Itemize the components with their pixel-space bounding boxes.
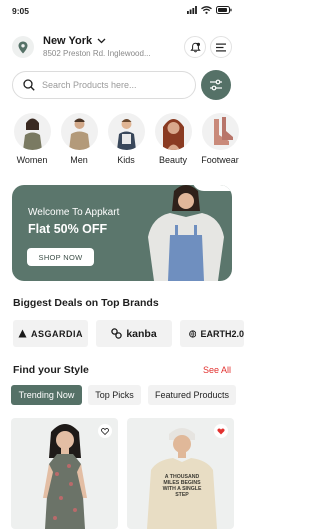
menu-icon <box>216 43 226 51</box>
category-kids[interactable]: Kids <box>104 113 148 165</box>
category-women-image <box>13 113 51 150</box>
category-carousel: Women Men Kids Beauty Footwear <box>10 113 244 175</box>
filter-button[interactable] <box>201 70 231 100</box>
product-card[interactable] <box>11 418 118 529</box>
status-icons <box>187 6 232 14</box>
promo-banner[interactable]: Welcome To Appkart Flat 50% OFF SHOP NOW <box>12 185 232 281</box>
status-bar: 9:05 <box>0 0 244 22</box>
tab-featured-products[interactable]: Featured Products <box>148 385 236 405</box>
style-section-title: Find your Style <box>13 364 89 376</box>
menu-button[interactable] <box>210 36 232 58</box>
category-beauty-image <box>154 113 192 150</box>
tab-trending-now[interactable]: Trending Now <box>11 385 82 405</box>
battery-icon <box>216 6 232 14</box>
category-men[interactable]: Men <box>57 113 101 165</box>
brand-kanba[interactable]: kanba <box>96 320 172 347</box>
category-beauty[interactable]: Beauty <box>151 113 195 165</box>
location-selector[interactable]: New York <box>43 35 106 47</box>
status-time: 9:05 <box>12 6 30 16</box>
category-footwear[interactable]: Footwear <box>198 113 242 165</box>
category-label: Men <box>70 155 88 165</box>
location-pin-icon <box>18 41 28 53</box>
see-all-link[interactable]: See All <box>203 365 231 375</box>
category-label: Beauty <box>158 155 188 165</box>
search-icon <box>23 79 35 91</box>
brand-name: ASGARDIA <box>30 328 83 339</box>
favorite-button[interactable] <box>98 424 112 438</box>
chevron-down-icon <box>97 38 106 44</box>
category-label: Kids <box>117 155 135 165</box>
tab-top-picks[interactable]: Top Picks <box>88 385 141 405</box>
brand-name: kanba <box>126 327 157 340</box>
category-men-image <box>60 113 98 150</box>
brand-name: EARTH2.0 <box>200 328 244 339</box>
location-city: New York <box>43 35 93 47</box>
location-button[interactable] <box>12 36 34 58</box>
earth-logo-icon <box>189 329 197 338</box>
heart-filled-icon <box>217 427 225 434</box>
kanba-logo-icon <box>111 328 123 339</box>
brands-section-title: Biggest Deals on Top Brands <box>13 297 159 309</box>
brand-earth[interactable]: EARTH2.0 <box>180 320 244 347</box>
banner-subtitle: Welcome To Appkart <box>28 207 120 218</box>
product-card[interactable]: A THOUSAND MILES BEGINS WITH A SINGLE ST… <box>127 418 234 529</box>
location-address: 8502 Preston Rd. Inglewood... <box>43 49 151 58</box>
location-header: New York 8502 Preston Rd. Inglewood... <box>12 34 232 62</box>
banner-title: Flat 50% OFF <box>28 222 108 236</box>
brand-asgardia[interactable]: ASGARDIA <box>13 320 88 347</box>
search-input[interactable] <box>42 80 182 90</box>
wifi-icon <box>201 6 212 14</box>
category-label: Women <box>16 155 48 165</box>
banner-model-image <box>148 185 224 281</box>
filter-sliders-icon <box>210 79 222 91</box>
category-label: Footwear <box>201 155 239 165</box>
category-women[interactable]: Women <box>10 113 54 165</box>
category-footwear-image <box>201 113 239 150</box>
asgardia-logo-icon <box>18 329 27 338</box>
signal-icon <box>187 6 197 14</box>
heart-outline-icon <box>101 427 109 435</box>
category-kids-image <box>107 113 145 150</box>
favorite-button[interactable] <box>214 424 228 438</box>
search-bar <box>12 71 196 99</box>
notification-button[interactable] <box>184 36 206 58</box>
bell-icon <box>189 42 201 52</box>
shirt-print-line: STEP <box>175 492 189 498</box>
shop-now-button[interactable]: SHOP NOW <box>27 248 94 266</box>
